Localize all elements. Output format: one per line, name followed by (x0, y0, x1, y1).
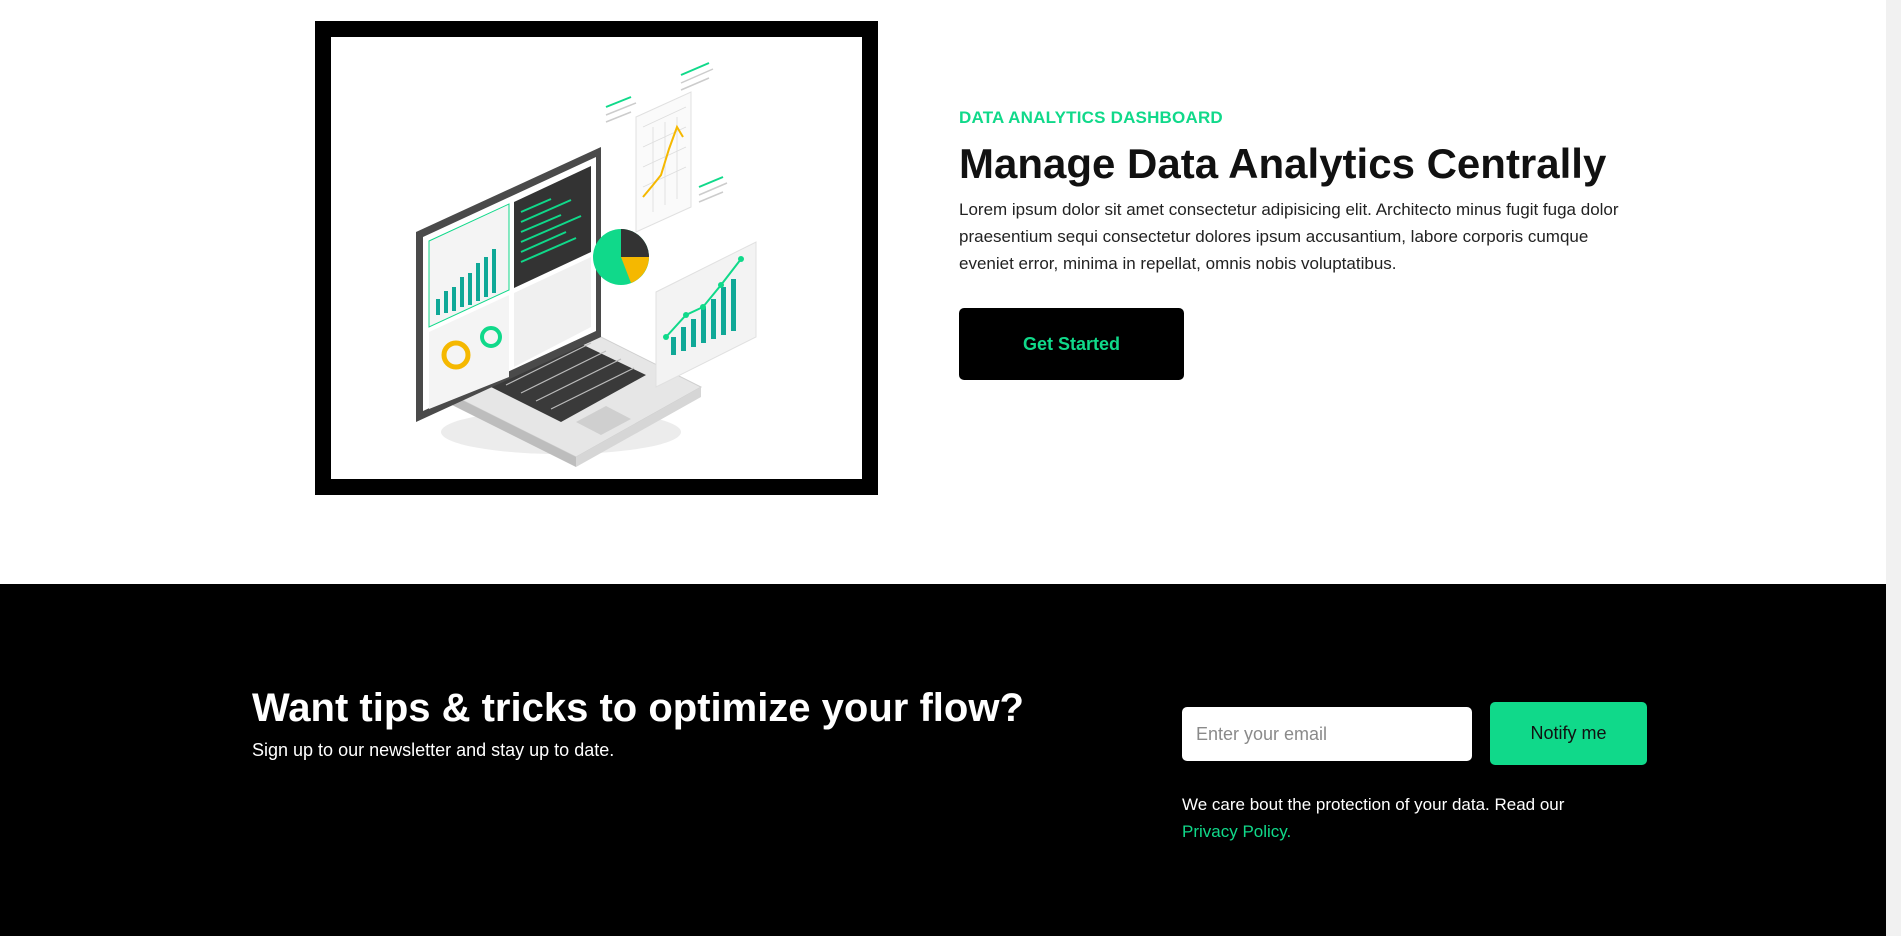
hero-description: Lorem ipsum dolor sit amet consectetur a… (959, 200, 1619, 273)
hero-eyebrow: DATA ANALYTICS DASHBOARD (959, 108, 1223, 127)
get-started-button[interactable]: Get Started (959, 308, 1184, 380)
newsletter-subtitle: Sign up to our newsletter and stay up to… (252, 740, 615, 760)
newsletter-title: Want tips & tricks to optimize your flow… (252, 686, 1024, 730)
illustration-svg (416, 62, 757, 467)
privacy-notice: We care bout the protection of your data… (1182, 791, 1642, 845)
hero-text: DATA ANALYTICS DASHBOARD Manage Data Ana… (959, 108, 1639, 380)
scrollbar[interactable] (1886, 0, 1901, 936)
hero-image-frame (315, 21, 878, 495)
analytics-laptop-illustration (331, 37, 862, 479)
hero-title: Manage Data Analytics Centrally (959, 140, 1607, 187)
hero-section: DATA ANALYTICS DASHBOARD Manage Data Ana… (0, 0, 1886, 584)
privacy-policy-link[interactable]: Privacy Policy. (1182, 822, 1291, 841)
page: DATA ANALYTICS DASHBOARD Manage Data Ana… (0, 0, 1901, 936)
email-input[interactable] (1182, 707, 1472, 761)
newsletter-section: Want tips & tricks to optimize your flow… (0, 584, 1886, 936)
privacy-text: We care bout the protection of your data… (1182, 795, 1565, 814)
notify-me-button[interactable]: Notify me (1490, 702, 1647, 765)
